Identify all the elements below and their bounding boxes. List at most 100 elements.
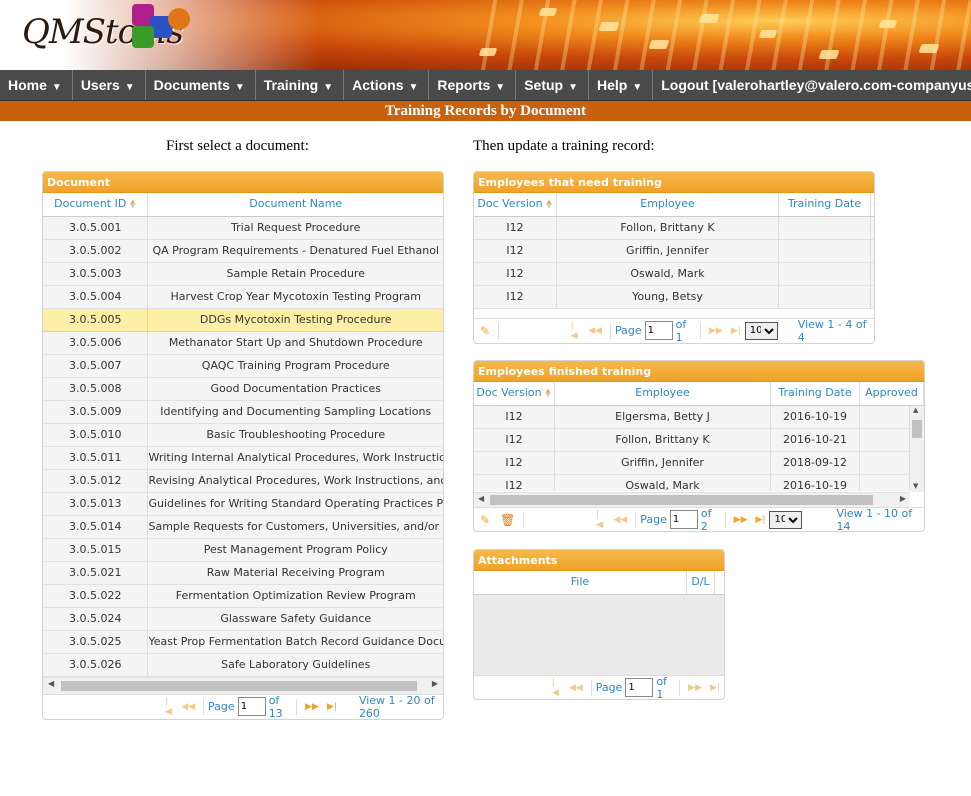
attachments-caption: Attachments: [474, 550, 724, 571]
table-row[interactable]: I12 Follon, Brittany K: [474, 217, 874, 240]
table-row[interactable]: 3.0.5.008 Good Documentation Practices: [43, 378, 443, 401]
table-row[interactable]: 3.0.5.022 Fermentation Optimization Revie…: [43, 585, 443, 608]
nav-item-home[interactable]: Home ▼: [0, 70, 73, 100]
col-approved[interactable]: Approved: [860, 382, 924, 405]
table-row[interactable]: 3.0.5.026 Safe Laboratory Guidelines: [43, 654, 443, 677]
trash-icon[interactable]: 🗑: [500, 513, 515, 527]
last-page-icon[interactable]: ▶|: [327, 702, 337, 712]
next-page-icon[interactable]: ▶▶: [709, 326, 723, 336]
next-page-icon[interactable]: ▶▶: [734, 515, 748, 525]
table-row[interactable]: 3.0.5.007 QAQC Training Program Procedure: [43, 355, 443, 378]
table-row[interactable]: 3.0.5.024 Glassware Safety Guidance: [43, 608, 443, 631]
finished-grid-hscroll[interactable]: ◀ ▶: [474, 492, 910, 507]
chevron-down-icon: ▼: [408, 82, 419, 93]
table-row[interactable]: 3.0.5.001 Trial Request Procedure: [43, 217, 443, 240]
table-row[interactable]: I12 Griffin, Jennifer 2018-09-12: [474, 452, 910, 475]
prev-page-icon[interactable]: ◀◀: [588, 326, 602, 336]
training-date-cell: 2016-10-19: [771, 406, 860, 428]
attachments-empty-area: [474, 595, 724, 675]
next-page-icon[interactable]: ▶▶: [688, 683, 702, 693]
col-download[interactable]: D/L: [687, 571, 715, 594]
approved-cell: [860, 406, 910, 428]
nav-item-users[interactable]: Users ▼: [73, 70, 146, 100]
col-doc-version[interactable]: Doc Version ▲ ▼: [474, 193, 557, 216]
rows-per-page-select[interactable]: 10: [744, 321, 778, 340]
page-input[interactable]: [625, 678, 654, 697]
table-row[interactable]: 3.0.5.009 Identifying and Documenting Sam…: [43, 401, 443, 424]
col-document-name[interactable]: Document Name: [148, 193, 443, 216]
nav-item-actions[interactable]: Actions ▼: [344, 70, 430, 100]
nav-item-help[interactable]: Help ▼: [589, 70, 654, 100]
document-id-cell: 3.0.5.022: [43, 585, 149, 607]
col-document-id[interactable]: Document ID ▲ ▼: [43, 193, 149, 216]
table-row[interactable]: 3.0.5.011 Writing Internal Analytical Pro…: [43, 447, 443, 470]
nav-item-label: Users: [80, 77, 120, 93]
employee-cell: Young, Betsy: [557, 286, 779, 308]
table-row[interactable]: I12 Follon, Brittany K 2016-10-21: [474, 429, 910, 452]
nav-item-label: Documents: [153, 77, 230, 93]
edit-icon[interactable]: ✎: [480, 513, 490, 527]
rows-per-page-select[interactable]: 10: [769, 510, 803, 529]
last-page-icon[interactable]: ▶|: [710, 683, 720, 693]
page-title: Training Records by Document: [0, 101, 971, 121]
document-id-cell: 3.0.5.026: [43, 654, 149, 676]
first-page-icon[interactable]: |◀: [165, 697, 173, 717]
table-row[interactable]: 3.0.5.014 Sample Requests for Customers, …: [43, 516, 443, 539]
first-page-icon[interactable]: |◀: [596, 510, 605, 530]
col-training-date[interactable]: Training Date: [779, 193, 871, 216]
table-row[interactable]: 3.0.5.002 QA Program Requirements - Denat…: [43, 240, 443, 263]
page-input[interactable]: [237, 697, 266, 716]
table-row[interactable]: I12 Oswald, Mark: [474, 263, 874, 286]
document-name-cell: Harvest Crop Year Mycotoxin Testing Prog…: [170, 290, 421, 303]
table-row[interactable]: 3.0.5.021 Raw Material Receiving Program: [43, 562, 443, 585]
table-row[interactable]: 3.0.5.013 Guidelines for Writing Standard…: [43, 493, 443, 516]
page-input[interactable]: [669, 510, 698, 529]
document-name-cell: Pest Management Program Policy: [203, 543, 388, 556]
col-training-date[interactable]: Training Date: [771, 382, 860, 405]
document-id-cell: 3.0.5.003: [43, 263, 149, 285]
table-row[interactable]: 3.0.5.004 Harvest Crop Year Mycotoxin Tes…: [43, 286, 443, 309]
table-row[interactable]: I12 Griffin, Jennifer: [474, 240, 874, 263]
table-row[interactable]: I12 Young, Betsy: [474, 286, 874, 309]
nav-item-setup[interactable]: Setup ▼: [516, 70, 589, 100]
table-row[interactable]: 3.0.5.010 Basic Troubleshooting Procedure: [43, 424, 443, 447]
col-employee[interactable]: Employee: [557, 193, 779, 216]
nav-item-documents[interactable]: Documents ▼: [146, 70, 256, 100]
document-id-cell: 3.0.5.006: [43, 332, 149, 354]
col-employee[interactable]: Employee: [555, 382, 771, 405]
prev-page-icon[interactable]: ◀◀: [181, 702, 195, 712]
document-id-cell: 3.0.5.008: [43, 378, 149, 400]
need-training-grid: Employees that need training Doc Version…: [473, 171, 875, 344]
prev-page-icon[interactable]: ◀◀: [613, 515, 627, 525]
table-row[interactable]: 3.0.5.006 Methanator Start Up and Shutdow…: [43, 332, 443, 355]
last-page-icon[interactable]: ▶|: [731, 326, 741, 336]
col-doc-version[interactable]: Doc Version ▲ ▼: [474, 382, 555, 405]
last-page-icon[interactable]: ▶|: [756, 515, 766, 525]
document-grid-caption: Document: [43, 172, 443, 193]
document-grid-hscroll[interactable]: ◀ ▶: [43, 677, 443, 694]
table-row[interactable]: 3.0.5.003 Sample Retain Procedure: [43, 263, 443, 286]
first-page-icon[interactable]: |◀: [571, 321, 581, 341]
table-row[interactable]: 3.0.5.012 Revising Analytical Procedures,…: [43, 470, 443, 493]
nav-item-label: Reports: [437, 77, 491, 93]
document-id-cell: 3.0.5.025: [43, 631, 149, 653]
edit-icon[interactable]: ✎: [480, 324, 490, 338]
finished-grid-vscroll[interactable]: ▲ ▼: [910, 406, 924, 492]
logout-link[interactable]: Logout [valerohartley@valero.com-company…: [653, 70, 971, 100]
table-row[interactable]: 3.0.5.015 Pest Management Program Policy: [43, 539, 443, 562]
nav-item-reports[interactable]: Reports ▼: [429, 70, 517, 100]
employee-cell: Oswald, Mark: [555, 475, 771, 491]
first-page-icon[interactable]: |◀: [552, 678, 561, 698]
table-row[interactable]: 3.0.5.025 Yeast Prop Fermentation Batch R…: [43, 631, 443, 654]
table-row[interactable]: I12 Elgersma, Betty J 2016-10-19: [474, 406, 910, 429]
page-count: of 1: [656, 674, 667, 700]
page-input[interactable]: [644, 321, 673, 340]
col-file[interactable]: File: [474, 571, 687, 594]
next-page-icon[interactable]: ▶▶: [305, 702, 319, 712]
document-name-cell: QAQC Training Program Procedure: [201, 359, 390, 372]
nav-item-training[interactable]: Training ▼: [256, 70, 345, 100]
table-row[interactable]: I12 Oswald, Mark 2016-10-19: [474, 475, 910, 491]
table-row[interactable]: 3.0.5.005 DDGs Mycotoxin Testing Procedur…: [43, 309, 443, 332]
prev-page-icon[interactable]: ◀◀: [569, 683, 583, 693]
document-name-cell: Yeast Prop Fermentation Batch Record Gui…: [148, 635, 443, 648]
